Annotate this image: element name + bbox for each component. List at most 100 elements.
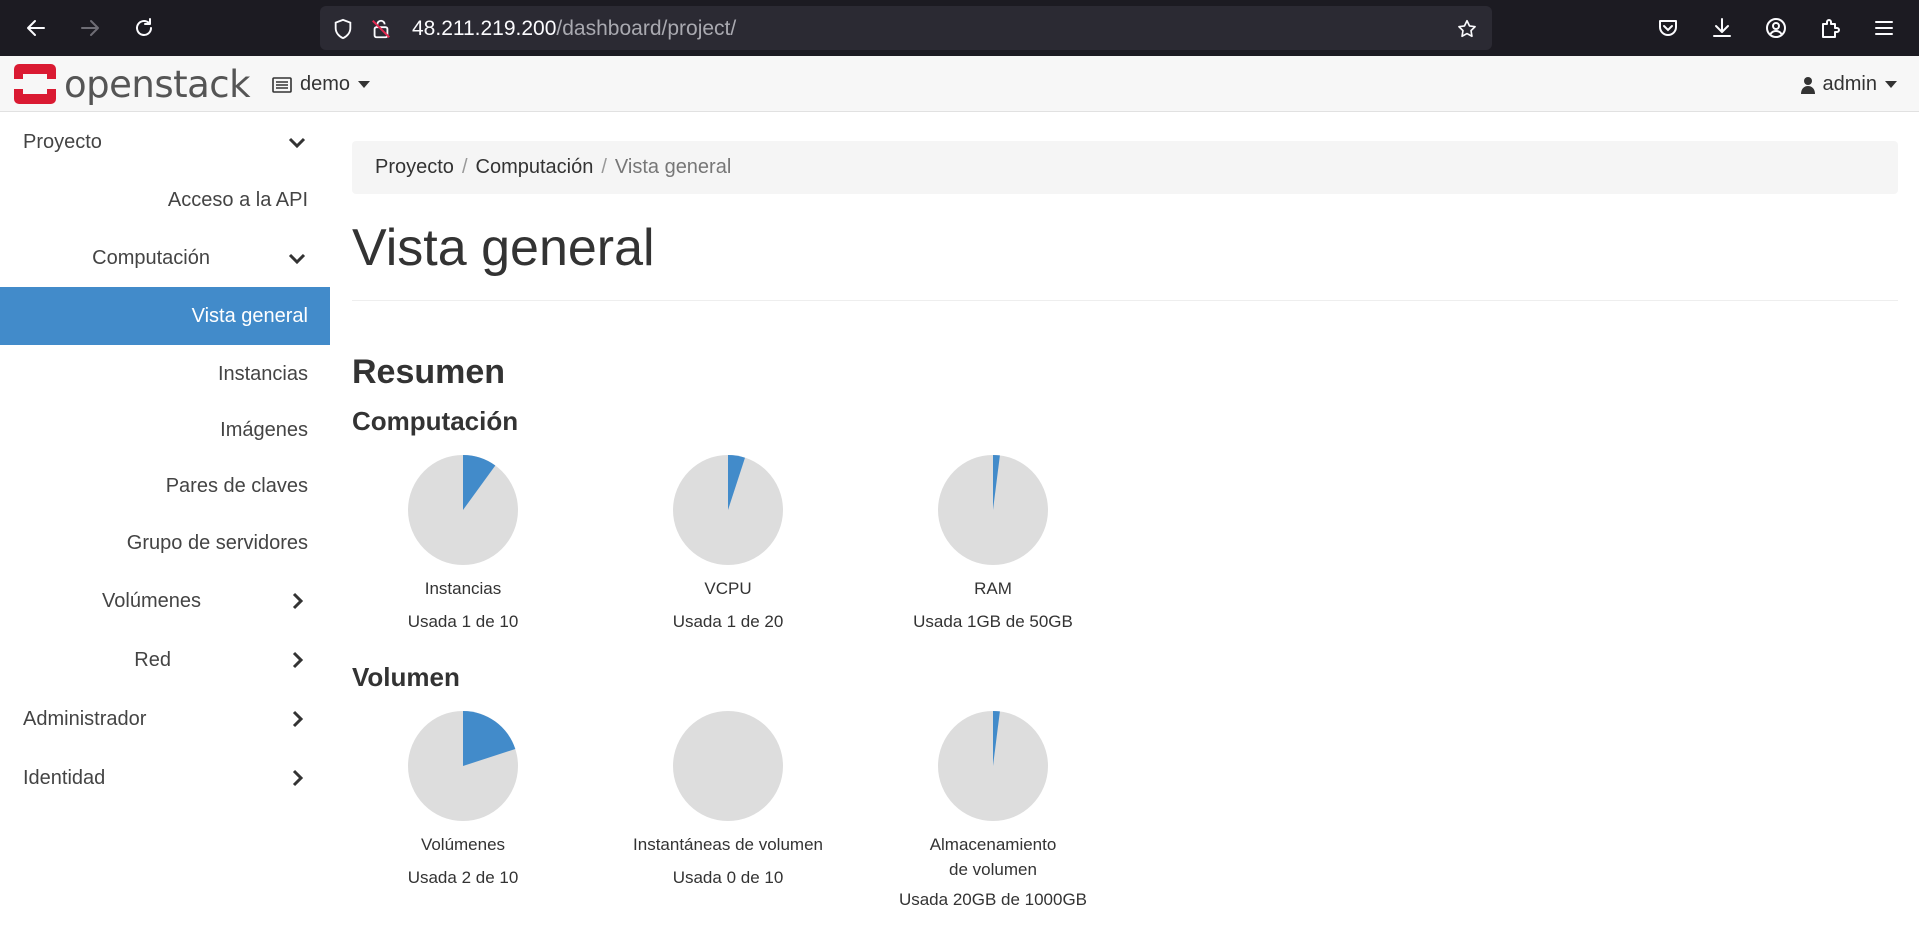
chevron-down-icon <box>288 137 306 149</box>
quota-chart-ram: RAM Usada 1GB de 50GB <box>882 454 1104 632</box>
reload-icon <box>136 18 152 36</box>
sidebar-item-label: Pares de claves <box>165 474 308 497</box>
pie-chart <box>938 455 1048 565</box>
bookmark-star-icon[interactable] <box>1456 18 1478 40</box>
pie-chart <box>673 455 783 565</box>
summary-heading: Resumen <box>352 353 506 391</box>
chevron-right-icon <box>292 651 304 669</box>
breadcrumb: Proyecto / Computación / Vista general <box>352 141 1898 194</box>
caret-down-icon <box>1885 81 1897 88</box>
project-selector[interactable]: demo <box>272 73 371 96</box>
url-bar[interactable]: 48.211.219.200/dashboard/project/ <box>320 6 1492 50</box>
sidebar-item-label: Computación <box>92 246 210 269</box>
back-button[interactable] <box>18 10 54 46</box>
pie-slice-free <box>673 711 783 821</box>
sidebar-item-label: Administrador <box>23 707 147 730</box>
account-button[interactable] <box>1758 10 1794 46</box>
chevron-right-icon <box>292 710 304 728</box>
sidebar-item-proyecto[interactable]: Proyecto <box>0 113 330 171</box>
section-heading-volumen: Volumen <box>352 662 460 692</box>
reload-button[interactable] <box>126 10 162 46</box>
sidebar-item-label: Identidad <box>23 766 106 789</box>
chevron-down-icon <box>288 253 306 265</box>
user-name: admin <box>1822 73 1877 95</box>
account-icon <box>1766 18 1786 38</box>
openstack-logo-icon <box>14 64 56 104</box>
chart-label: VCPU <box>704 579 752 598</box>
project-list-icon <box>272 76 292 93</box>
sidebar-item-administrador[interactable]: Administrador <box>0 690 330 748</box>
project-name: demo <box>300 73 351 95</box>
pie-chart <box>673 711 783 821</box>
arrow-left-icon <box>27 20 45 36</box>
chart-usage: Usada 2 de 10 <box>407 868 519 887</box>
pie-chart <box>938 711 1048 821</box>
quota-chart-instancias: Instancias Usada 1 de 10 <box>352 454 574 632</box>
logo-text: openstack <box>64 62 251 106</box>
top-navbar: openstack demo admin <box>0 56 1919 112</box>
sidebar-item-imagenes[interactable]: Imágenes <box>0 401 330 459</box>
section-heading-computacion: Computación <box>352 406 519 436</box>
quota-chart-almacenamiento: Almacenamiento de volumen Usada 20GB de … <box>882 710 1104 910</box>
sidebar-item-label: Grupo de servidores <box>126 531 308 554</box>
pie-chart <box>408 711 518 821</box>
puzzle-icon <box>1822 19 1840 38</box>
chart-label: Almacenamiento de volumen <box>929 835 1057 879</box>
chart-usage: Usada 1 de 20 <box>672 612 784 631</box>
chart-label: RAM <box>974 579 1012 598</box>
sidebar-item-label: Acceso a la API <box>167 188 308 211</box>
breadcrumb-link-proyecto[interactable]: Proyecto <box>375 156 454 179</box>
sidebar-item-acceso-api[interactable]: Acceso a la API <box>0 171 330 229</box>
page-title: Vista general <box>352 219 655 277</box>
breadcrumb-current: Vista general <box>614 156 732 178</box>
sidebar-item-label: Instancias <box>217 362 308 385</box>
pocket-button[interactable] <box>1650 10 1686 46</box>
sidebar-item-label: Imágenes <box>220 418 308 441</box>
pie-chart <box>408 455 518 565</box>
chevron-right-icon <box>292 769 304 787</box>
sidebar-item-volumenes[interactable]: Volúmenes <box>0 572 330 630</box>
sidebar-item-identidad[interactable]: Identidad <box>0 749 330 807</box>
divider <box>352 300 1898 301</box>
chevron-right-icon <box>292 592 304 610</box>
caret-down-icon <box>358 81 371 88</box>
sidebar-item-vista-general[interactable]: Vista general <box>0 287 330 345</box>
quota-chart-volumenes: Volúmenes Usada 2 de 10 <box>352 710 574 888</box>
sidebar-item-pares-claves[interactable]: Pares de claves <box>0 457 330 515</box>
chart-label: Instantáneas de volumen <box>633 835 823 854</box>
chart-label: Volúmenes <box>420 835 506 854</box>
shield-icon[interactable] <box>332 18 354 40</box>
openstack-logo[interactable]: openstack <box>14 62 251 106</box>
app-menu-button[interactable] <box>1866 10 1902 46</box>
chart-usage: Usada 1GB de 50GB <box>913 612 1073 631</box>
sidebar-item-label: Proyecto <box>23 130 102 153</box>
sidebar-item-label: Vista general <box>191 304 308 327</box>
downloads-button[interactable] <box>1704 10 1740 46</box>
sidebar-item-instancias[interactable]: Instancias <box>0 345 330 403</box>
pocket-icon <box>1659 20 1677 36</box>
sidebar-item-red[interactable]: Red <box>0 631 330 689</box>
insecure-lock-icon[interactable] <box>370 18 392 40</box>
quota-chart-instantaneas: Instantáneas de volumen Usada 0 de 10 <box>617 710 839 888</box>
hamburger-icon <box>1875 21 1893 35</box>
download-icon <box>1713 18 1731 37</box>
sidebar: Proyecto Acceso a la API Computación Vis… <box>0 113 330 929</box>
breadcrumb-separator: / <box>461 156 468 178</box>
sidebar-item-computacion[interactable]: Computación <box>0 229 330 287</box>
sidebar-item-label: Volúmenes <box>102 589 201 612</box>
chart-usage: Usada 20GB de 1000GB <box>898 890 1088 909</box>
arrow-right-icon <box>81 20 99 36</box>
user-menu[interactable]: admin <box>1800 73 1897 96</box>
forward-button[interactable] <box>72 10 108 46</box>
chart-label: Instancias <box>424 579 502 598</box>
sidebar-item-grupo-servidores[interactable]: Grupo de servidores <box>0 514 330 572</box>
user-icon <box>1800 76 1815 94</box>
extensions-button[interactable] <box>1812 10 1848 46</box>
chart-usage: Usada 0 de 10 <box>672 868 784 887</box>
url-text[interactable]: 48.211.219.200/dashboard/project/ <box>412 17 736 41</box>
breadcrumb-separator: / <box>601 156 607 178</box>
sidebar-item-label: Red <box>134 648 171 671</box>
quota-chart-vcpu: VCPU Usada 1 de 20 <box>617 454 839 632</box>
breadcrumb-link-computacion[interactable]: Computación <box>476 156 594 179</box>
chart-usage: Usada 1 de 10 <box>407 612 519 631</box>
